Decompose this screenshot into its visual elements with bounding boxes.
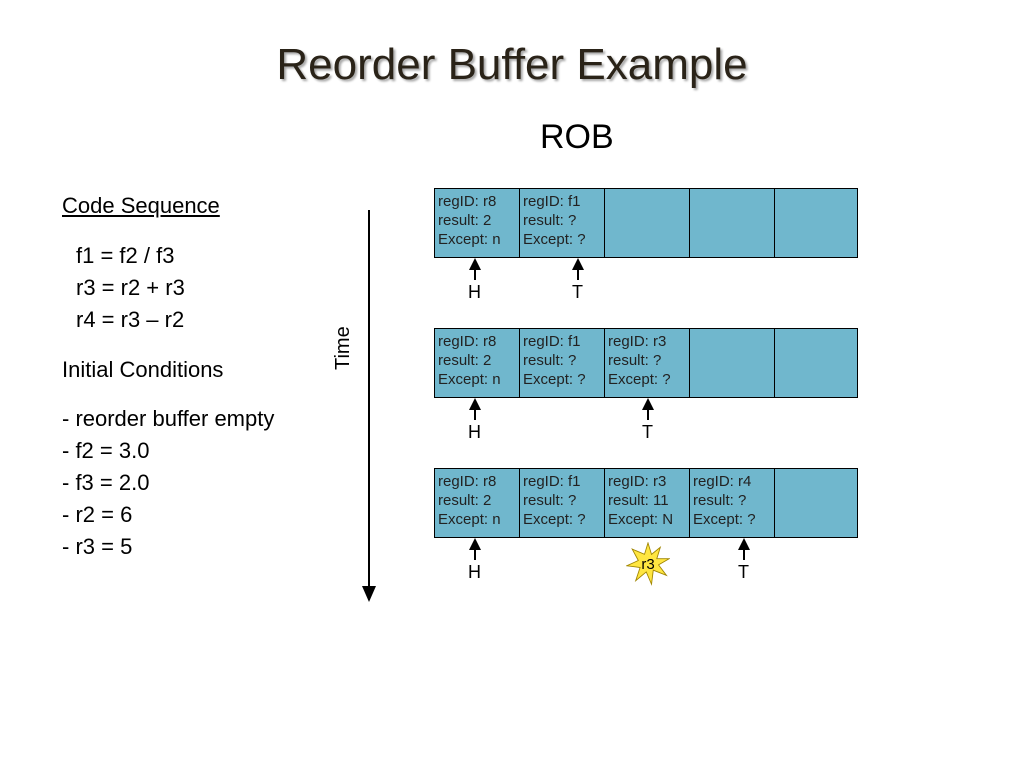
time-axis-arrow xyxy=(368,210,370,600)
time-axis-label: Time xyxy=(332,326,355,370)
head-pointer: H xyxy=(468,400,481,443)
rob-cell: regID: f1 result: ? Except: ? xyxy=(520,329,605,397)
code-line: r3 = r2 + r3 xyxy=(62,272,274,304)
rob-cell xyxy=(605,189,690,257)
rob-cell: regID: r8 result: 2 Except: n xyxy=(435,189,520,257)
head-pointer: H xyxy=(468,260,481,303)
initial-conditions-heading: Initial Conditions xyxy=(62,354,274,386)
rob-cell: regID: f1 result: ? Except: ? xyxy=(520,469,605,537)
rob-cell xyxy=(775,329,857,397)
rob-cell xyxy=(775,469,857,537)
init-line: - r2 = 6 xyxy=(62,499,274,531)
tail-pointer: T xyxy=(572,260,583,303)
rob-cell: regID: r3 result: ? Except: ? xyxy=(605,329,690,397)
rob-heading: ROB xyxy=(540,118,614,157)
rob-cell xyxy=(690,329,775,397)
star-burst-icon: r3 xyxy=(626,542,670,586)
init-line: - reorder buffer empty xyxy=(62,403,274,435)
tail-pointer: T xyxy=(738,540,749,583)
slide-title: Reorder Buffer Example xyxy=(0,40,1024,90)
rob-cell: regID: f1 result: ? Except: ? xyxy=(520,189,605,257)
rob-cell: regID: r4 result: ? Except: ? xyxy=(690,469,775,537)
rob-row: regID: r8 result: 2 Except: nregID: f1 r… xyxy=(434,468,858,538)
code-line: r4 = r3 – r2 xyxy=(62,304,274,336)
left-panel: Code Sequence f1 = f2 / f3 r3 = r2 + r3 … xyxy=(62,190,274,563)
rob-cell: regID: r3 result: 11 Except: N xyxy=(605,469,690,537)
init-line: - r3 = 5 xyxy=(62,531,274,563)
code-line: f1 = f2 / f3 xyxy=(62,240,274,272)
head-pointer: H xyxy=(468,540,481,583)
rob-cell xyxy=(690,189,775,257)
code-sequence-heading: Code Sequence xyxy=(62,190,274,222)
tail-pointer: T xyxy=(642,400,653,443)
init-line: - f3 = 2.0 xyxy=(62,467,274,499)
rob-cell xyxy=(775,189,857,257)
rob-row: regID: r8 result: 2 Except: nregID: f1 r… xyxy=(434,188,858,258)
rob-row: regID: r8 result: 2 Except: nregID: f1 r… xyxy=(434,328,858,398)
rob-cell: regID: r8 result: 2 Except: n xyxy=(435,469,520,537)
init-line: - f2 = 3.0 xyxy=(62,435,274,467)
rob-cell: regID: r8 result: 2 Except: n xyxy=(435,329,520,397)
